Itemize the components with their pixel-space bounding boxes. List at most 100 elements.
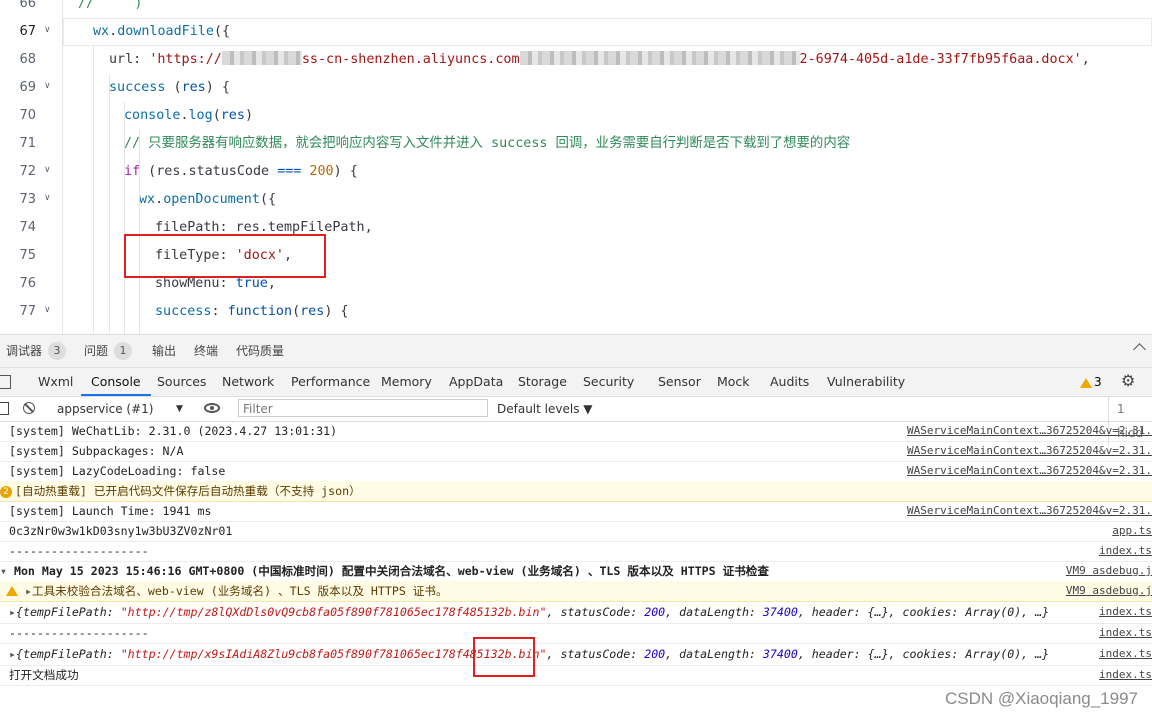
console-message: -------------------- [9, 544, 149, 558]
warning-icon[interactable] [1080, 375, 1092, 390]
console-row[interactable]: -------------------- index.ts [0, 623, 1152, 644]
code-token: wx [139, 192, 156, 207]
devtools-top-tabs: 调试器 3 问题 1 输出 终端 代码质量 [0, 335, 1152, 368]
fold-chevron-icon[interactable]: ∨ [44, 305, 54, 315]
console-row[interactable]: 2 [自动热重载] 已开启代码文件保存后自动热重载（不支持 json） [0, 481, 1152, 502]
code-token: openDocument [163, 192, 260, 207]
top-tab[interactable]: 终端 [194, 335, 218, 367]
source-link[interactable]: VM9 asdebug.j [1066, 561, 1152, 581]
tab-performance[interactable]: Performance [291, 368, 370, 396]
console-row[interactable]: [system] LazyCodeLoading: false WAService… [0, 461, 1152, 482]
console-row[interactable]: [system] Subpackages: N/A WAServiceMainCo… [0, 441, 1152, 462]
collapse-triangle-icon[interactable]: ▾ [0, 564, 7, 578]
inspect-icon[interactable] [0, 375, 11, 389]
fold-chevron-icon[interactable]: ∨ [44, 81, 54, 91]
code-token: === [277, 164, 302, 179]
settings-icon[interactable]: ⚙ [1121, 373, 1137, 389]
indent-guide [139, 130, 140, 334]
console-row[interactable]: ▸{tempFilePath: "http://tmp/x9sIAdiA8Zlu… [0, 643, 1152, 666]
expand-triangle-icon[interactable]: ▸ [9, 647, 16, 661]
object-preview-token: 37400 [762, 605, 798, 619]
console-row[interactable]: [system] WeChatLib: 2.31.0 (2023.4.27 13… [0, 421, 1152, 442]
source-link[interactable]: index.ts [1099, 601, 1152, 623]
source-link[interactable]: app.ts [1112, 521, 1152, 541]
code-line[interactable]: 68 url: 'https:// ss-cn-shenzhen.aliyuncs.… [0, 46, 1152, 74]
fold-chevron-icon[interactable]: ∨ [44, 193, 54, 203]
source-link[interactable]: index.ts [1099, 665, 1152, 685]
line-number: 77 [19, 304, 36, 319]
code-line[interactable]: 70 console.log(res) [0, 102, 1152, 130]
repeat-count-badge: 2 [0, 486, 12, 498]
fold-chevron-icon[interactable]: ∨ [44, 165, 54, 175]
top-tab[interactable]: 问题 1 [84, 335, 133, 367]
object-preview-token: , dataLength: [665, 605, 763, 619]
tab-wxml[interactable]: Wxml [38, 368, 73, 396]
line-number: 73 [19, 192, 36, 207]
line-number: 66 [19, 0, 36, 11]
code-line[interactable]: 72 ∨ if (res.statusCode === 200) { [0, 158, 1152, 186]
top-tab[interactable]: 代码质量 [236, 335, 284, 367]
code-token: res [220, 108, 245, 123]
object-preview-token: 200 [644, 647, 666, 661]
expand-triangle-icon[interactable]: ▸ [9, 605, 16, 619]
code-token: success [155, 304, 212, 319]
console-row[interactable]: ▸工具未校验合法域名、web-view (业务域名) 、TLS 版本以及 HTT… [0, 581, 1152, 602]
eye-icon[interactable] [204, 403, 220, 413]
console-row[interactable]: ▸{tempFilePath: "http://tmp/z8lQXdDls0vQ… [0, 601, 1152, 624]
tab-appdata[interactable]: AppData [449, 368, 503, 396]
line-number: 74 [19, 220, 36, 235]
top-tab[interactable]: 输出 [152, 335, 176, 367]
source-link[interactable]: index.ts [1099, 541, 1152, 561]
code-line[interactable]: 66 // ) [0, 0, 1152, 18]
count-badge: 3 [48, 342, 67, 360]
console-row[interactable]: -------------------- index.ts [0, 541, 1152, 562]
devtools-tabs: 3 ⚙ Wxml Console Sources Network Performance… [0, 368, 1152, 397]
source-link[interactable]: VM9 asdebug.j [1066, 581, 1152, 601]
code-line[interactable]: 73 ∨ wx.openDocument({ [0, 186, 1152, 214]
filter-input[interactable]: Filter [238, 399, 488, 417]
current-line-highlight [63, 18, 1152, 46]
line-number: 67 [19, 24, 36, 39]
source-link[interactable]: WAServiceMainContext…36725204&v=2.31. [907, 461, 1152, 481]
code-text: success (res) { [109, 74, 230, 102]
source-link[interactable]: index.ts [1099, 643, 1152, 665]
object-preview-token: , statusCode: [546, 647, 645, 661]
console-row[interactable]: ▾ Mon May 15 2023 15:46:16 GMT+0800 (中国标… [0, 561, 1152, 582]
context-select[interactable]: appservice (#1) [57, 397, 153, 421]
fold-chevron-icon[interactable]: ∨ [44, 25, 54, 35]
code-token: ) { [333, 164, 358, 179]
code-line[interactable]: 71 // 只要服务器有响应数据，就会把响应内容写入文件并进入 success 回… [0, 130, 1152, 158]
tab-sources[interactable]: Sources [157, 368, 206, 396]
tab-security[interactable]: Security [583, 368, 634, 396]
console-row[interactable]: 0c3zNr0w3w1kD03sny1w3bU3ZV0zNr01 app.ts [0, 521, 1152, 542]
code-editor[interactable]: 66// ) 67 ∨ wx.downloadFile({68 url: 'https:… [0, 0, 1152, 334]
tab-memory[interactable]: Memory [381, 368, 432, 396]
console-row[interactable]: 打开文档成功 index.ts [0, 665, 1152, 686]
source-link[interactable]: WAServiceMainContext…36725204&v=2.31. [907, 501, 1152, 521]
code-text: url: 'https:// ss-cn-shenzhen.aliyuncs.co… [109, 46, 1090, 74]
code-line[interactable]: 77 ∨ success: function(res) { [0, 298, 1152, 326]
console-row[interactable]: [system] Launch Time: 1941 ms WAServiceMa… [0, 501, 1152, 522]
tab-sensor[interactable]: Sensor [658, 368, 701, 396]
top-tab[interactable]: 调试器 3 [6, 335, 67, 367]
tab-storage[interactable]: Storage [518, 368, 567, 396]
code-token: ( [212, 108, 221, 123]
tab-mock[interactable]: Mock [717, 368, 750, 396]
tab-vulnerability[interactable]: Vulnerability [827, 368, 905, 396]
log-levels-select[interactable]: Default levels ▼ [497, 397, 593, 421]
source-link[interactable]: WAServiceMainContext…36725204&v=2.31. [907, 441, 1152, 461]
code-token: success [109, 80, 166, 95]
code-token: 2-6974-405d-a1de-33f7fb95f6aa.docx' [799, 52, 1082, 67]
source-link[interactable]: index.ts [1099, 623, 1152, 643]
source-link[interactable]: WAServiceMainContext…36725204&v=2.31. [907, 421, 1152, 441]
chevron-down-icon[interactable]: ▼ [176, 397, 183, 421]
tab-console[interactable]: Console [81, 368, 151, 396]
tab-network[interactable]: Network [222, 368, 274, 396]
sidebar-toggle-icon[interactable] [0, 402, 9, 415]
line-number: 69 [19, 80, 36, 95]
warning-count: 3 [1094, 375, 1102, 389]
code-line[interactable]: 69 ∨ success (res) { [0, 74, 1152, 102]
tab-audits[interactable]: Audits [770, 368, 809, 396]
clear-console-icon[interactable] [23, 402, 35, 414]
expand-triangle-icon[interactable]: ▸ [18, 584, 32, 598]
